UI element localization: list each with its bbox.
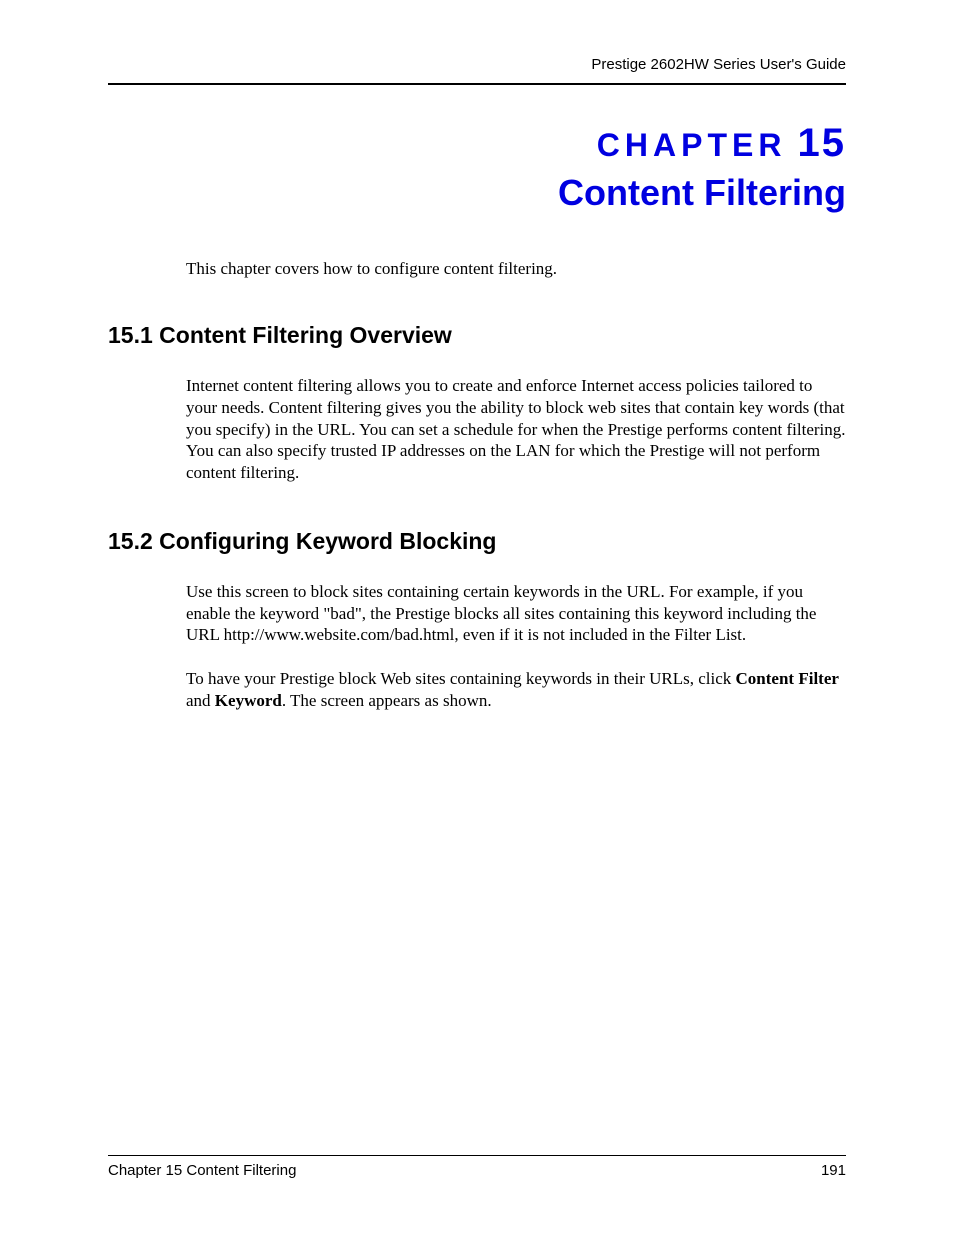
paragraph: To have your Prestige block Web sites co… [186,668,846,712]
bold-text: Keyword [215,691,282,710]
document-page: Prestige 2602HW Series User's Guide CHAP… [0,0,954,1235]
bold-text: Content Filter [736,669,839,688]
chapter-word: CHAPTER [597,127,787,163]
page-number: 191 [821,1162,846,1179]
chapter-intro: This chapter covers how to configure con… [186,258,846,280]
footer-rule [108,1155,846,1156]
chapter-label: CHAPTER 15 [108,121,846,166]
running-header: Prestige 2602HW Series User's Guide [108,56,846,83]
paragraph: Use this screen to block sites containin… [186,581,846,646]
text-run: and [186,691,215,710]
section-heading-15-2: 15.2 Configuring Keyword Blocking [108,528,846,555]
chapter-heading: CHAPTER 15 Content Filtering [108,121,846,214]
header-rule [108,83,846,85]
page-footer: Chapter 15 Content Filtering 191 [108,1155,846,1179]
footer-chapter-ref: Chapter 15 Content Filtering [108,1162,296,1179]
chapter-title: Content Filtering [108,172,846,214]
section-heading-15-1: 15.1 Content Filtering Overview [108,322,846,349]
text-run: . The screen appears as shown. [282,691,492,710]
text-run: To have your Prestige block Web sites co… [186,669,736,688]
chapter-number: 15 [798,121,847,165]
paragraph: Internet content filtering allows you to… [186,375,846,484]
